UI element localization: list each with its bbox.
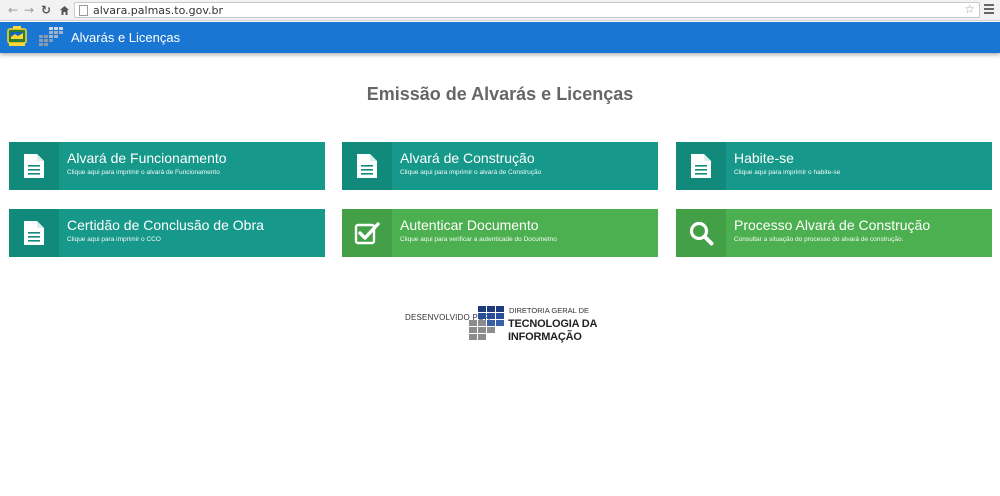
hamburger-line bbox=[984, 8, 994, 10]
card-text: Habite-se Clique aqui para imprimir o ha… bbox=[726, 142, 840, 190]
card-icon-box bbox=[676, 209, 726, 257]
card-icon-box bbox=[676, 142, 726, 190]
document-icon bbox=[24, 154, 44, 178]
card-processo-alvara-construcao[interactable]: Processo Alvará de Construção Consultar … bbox=[676, 209, 992, 257]
reload-icon: ↻ bbox=[40, 3, 52, 17]
app-header: Alvarás e Licenças bbox=[0, 22, 1000, 53]
page-icon bbox=[79, 4, 88, 16]
card-text: Autenticar Documento Clique aqui para ve… bbox=[392, 209, 557, 257]
forward-button[interactable]: → bbox=[20, 1, 38, 19]
card-habite-se[interactable]: Habite-se Clique aqui para imprimir o ha… bbox=[676, 142, 992, 190]
card-title: Habite-se bbox=[734, 150, 794, 166]
city-crest-logo bbox=[7, 26, 27, 46]
card-title: Alvará de Construção bbox=[400, 150, 535, 166]
dti-logo-mark bbox=[469, 306, 504, 340]
card-title: Alvará de Funcionamento bbox=[67, 150, 227, 166]
home-icon bbox=[59, 5, 69, 15]
dti-org-line1: DIRETORIA GERAL DE bbox=[509, 306, 590, 315]
search-icon bbox=[689, 221, 714, 246]
checkbox-icon bbox=[354, 222, 380, 245]
document-icon bbox=[357, 154, 377, 178]
card-subtitle: Clique aqui para verificar a autenticade… bbox=[400, 236, 557, 243]
card-subtitle: Clique aqui para imprimir o CCO bbox=[67, 236, 161, 243]
reload-button[interactable]: ↻ bbox=[37, 1, 55, 19]
dti-org-line3: INFORMAÇÃO bbox=[508, 331, 582, 343]
card-subtitle: Clique aqui para imprimir o habite-se bbox=[734, 169, 841, 176]
card-subtitle: Clique aqui para imprimir o alvará de Fu… bbox=[67, 169, 220, 176]
browser-toolbar: ← → ↻ alvara.palmas.to.gov.br ☆ bbox=[0, 0, 1000, 21]
card-title: Processo Alvará de Construção bbox=[734, 217, 931, 233]
arrow-left-icon: ← bbox=[7, 3, 19, 17]
document-icon bbox=[691, 154, 711, 178]
card-subtitle: Consultar a situação do processo do alva… bbox=[734, 236, 904, 243]
hamburger-line bbox=[984, 12, 994, 14]
star-icon[interactable]: ☆ bbox=[964, 2, 975, 16]
arrow-right-icon: → bbox=[23, 3, 35, 17]
card-autenticar-documento[interactable]: Autenticar Documento Clique aqui para ve… bbox=[342, 209, 658, 257]
card-alvara-construcao[interactable]: Alvará de Construção Clique aqui para im… bbox=[342, 142, 658, 190]
app-title[interactable]: Alvarás e Licenças bbox=[71, 30, 180, 45]
card-icon-box bbox=[342, 142, 392, 190]
card-icon-box bbox=[342, 209, 392, 257]
card-icon-box bbox=[9, 209, 59, 257]
dti-org-line2: TECNOLOGIA DA bbox=[508, 318, 598, 330]
card-text: Alvará de Funcionamento Clique aqui para… bbox=[59, 142, 227, 190]
card-text: Alvará de Construção Clique aqui para im… bbox=[392, 142, 541, 190]
card-text: Certidão de Conclusão de Obra Clique aqu… bbox=[59, 209, 264, 257]
dti-grid-logo bbox=[39, 27, 63, 46]
card-icon-box bbox=[9, 142, 59, 190]
browser-menu-button[interactable] bbox=[982, 2, 996, 16]
url-text: alvara.palmas.to.gov.br bbox=[93, 3, 223, 17]
card-alvara-funcionamento[interactable]: Alvará de Funcionamento Clique aqui para… bbox=[9, 142, 325, 190]
page-title: Emissão de Alvarás e Licenças bbox=[366, 84, 634, 104]
hamburger-menu-icon bbox=[984, 4, 994, 6]
address-bar[interactable]: alvara.palmas.to.gov.br ☆ bbox=[74, 2, 980, 18]
home-button[interactable] bbox=[55, 1, 73, 19]
card-certidao-conclusao-obra[interactable]: Certidão de Conclusão de Obra Clique aqu… bbox=[9, 209, 325, 257]
card-title: Autenticar Documento bbox=[400, 217, 539, 233]
card-title: Certidão de Conclusão de Obra bbox=[67, 217, 264, 233]
card-text: Processo Alvará de Construção Consultar … bbox=[726, 209, 930, 257]
document-icon bbox=[24, 221, 44, 245]
card-subtitle: Clique aqui para imprimir o alvará de Co… bbox=[400, 169, 542, 176]
